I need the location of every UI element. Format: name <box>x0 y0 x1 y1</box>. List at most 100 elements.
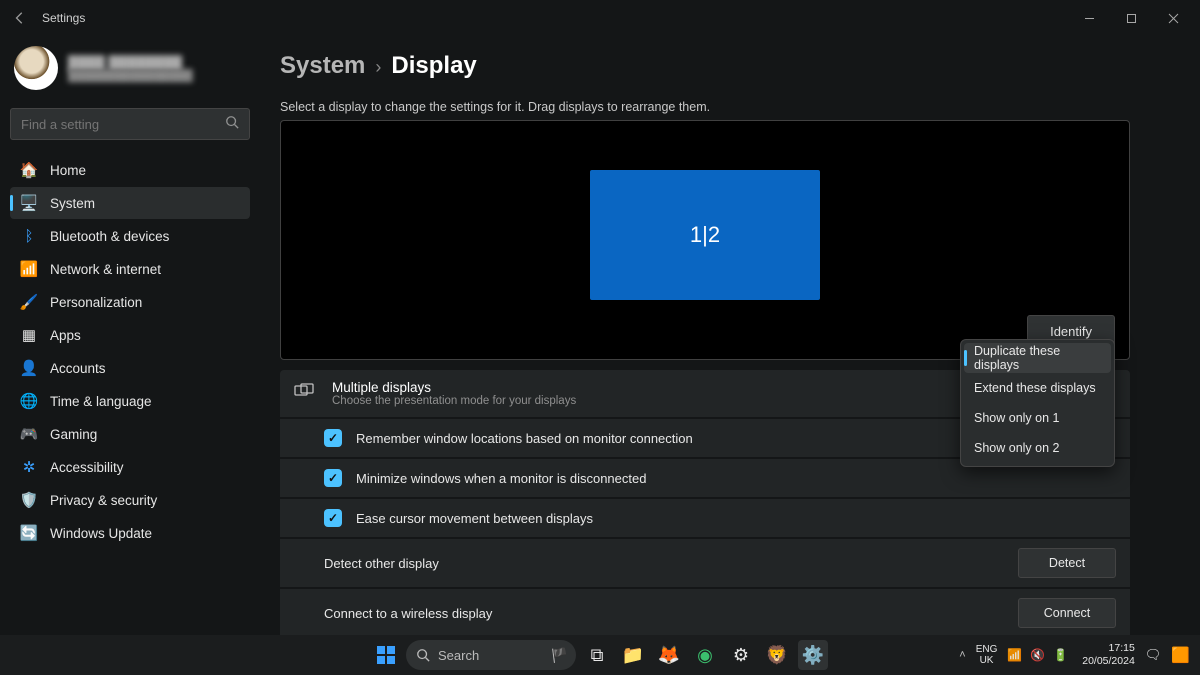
titlebar: Settings <box>0 0 1200 36</box>
maximize-button[interactable] <box>1110 2 1152 34</box>
tray-chevron-up-icon[interactable]: ˄ <box>959 649 965 661</box>
nav-label: Network & internet <box>50 262 161 277</box>
home-icon: 🏠 <box>20 161 38 179</box>
nav-label: Time & language <box>50 394 152 409</box>
nav-label: Accessibility <box>50 460 124 475</box>
profile[interactable]: ████ ████████ ████████████████ <box>10 42 250 102</box>
nav-label: Home <box>50 163 86 178</box>
breadcrumb-current: Display <box>391 52 476 80</box>
taskbar-search-label: Search <box>438 648 479 663</box>
nav-privacy[interactable]: 🛡️ Privacy & security <box>10 484 250 516</box>
bluetooth-icon: ᛒ <box>20 227 38 245</box>
nav-update[interactable]: 🔄 Windows Update <box>10 517 250 549</box>
display-mode-dropdown[interactable]: Duplicate these displays Extend these di… <box>960 339 1115 467</box>
gaming-icon: 🎮 <box>20 425 38 443</box>
taskbar-taskview[interactable]: ⧉ <box>582 640 612 670</box>
display-arrangement-canvas[interactable]: 1|2 Identify Duplicate these displays Ex… <box>280 120 1130 360</box>
wireless-display-row: Connect to a wireless display Connect <box>280 589 1130 635</box>
apps-icon: ▦ <box>20 326 38 344</box>
search-icon <box>416 648 430 662</box>
profile-email: ████████████████ <box>68 70 193 82</box>
taskbar-search[interactable]: Search 🏴 <box>406 640 576 670</box>
volume-mute-icon: 🔇 <box>1030 648 1045 662</box>
accessibility-icon: ✲ <box>20 458 38 476</box>
nav-apps[interactable]: ▦ Apps <box>10 319 250 351</box>
update-icon: 🔄 <box>20 524 38 542</box>
brush-icon: 🖌️ <box>20 293 38 311</box>
profile-name: ████ ████████ <box>68 55 193 70</box>
taskbar-firefox[interactable]: 🦊 <box>654 640 684 670</box>
search-input[interactable] <box>21 117 225 132</box>
dropdown-option-only-1[interactable]: Show only on 1 <box>964 403 1111 433</box>
breadcrumb: System › Display <box>280 52 1130 80</box>
display-helptext: Select a display to change the settings … <box>280 100 1130 114</box>
checkbox-label: Ease cursor movement between displays <box>356 511 593 526</box>
dropdown-option-extend[interactable]: Extend these displays <box>964 373 1111 403</box>
wireless-label: Connect to a wireless display <box>294 606 492 621</box>
multiple-displays-icon <box>294 383 316 404</box>
nav-label: System <box>50 196 95 211</box>
notifications-icon[interactable]: 🗨 <box>1145 647 1162 663</box>
chevron-right-icon: › <box>375 57 381 78</box>
search-input-wrap[interactable] <box>10 108 250 140</box>
tray-extra-icon[interactable]: 🟧 <box>1171 646 1190 664</box>
ease-cursor-checkbox[interactable]: ✓ <box>324 509 342 527</box>
connect-button[interactable]: Connect <box>1018 598 1116 628</box>
wifi-icon: 📶 <box>1007 648 1022 662</box>
detect-display-row: Detect other display Detect <box>280 539 1130 587</box>
nav-label: Gaming <box>50 427 97 442</box>
nav-accessibility[interactable]: ✲ Accessibility <box>10 451 250 483</box>
account-icon: 👤 <box>20 359 38 377</box>
detect-label: Detect other display <box>294 556 439 571</box>
detect-button[interactable]: Detect <box>1018 548 1116 578</box>
nav-label: Windows Update <box>50 526 152 541</box>
taskbar-explorer[interactable]: 📁 <box>618 640 648 670</box>
minimize-windows-checkbox[interactable]: ✓ <box>324 469 342 487</box>
clock[interactable]: 17:15 20/05/2024 <box>1082 642 1135 667</box>
sidebar: ████ ████████ ████████████████ 🏠 Home 🖥️ S… <box>0 36 260 635</box>
checkbox-label: Remember window locations based on monit… <box>356 431 693 446</box>
avatar <box>14 46 58 90</box>
system-icon: 🖥️ <box>20 194 38 212</box>
search-icon <box>225 115 239 134</box>
wifi-icon: 📶 <box>20 260 38 278</box>
system-tray[interactable]: 📶 🔇 🔋 <box>1007 648 1068 662</box>
dropdown-option-only-2[interactable]: Show only on 2 <box>964 433 1111 463</box>
setting-subtitle: Choose the presentation mode for your di… <box>332 395 576 407</box>
nav-gaming[interactable]: 🎮 Gaming <box>10 418 250 450</box>
battery-icon: 🔋 <box>1053 648 1068 662</box>
taskbar-steam[interactable]: ⚙ <box>726 640 756 670</box>
search-widget-icon: 🏴 <box>551 647 568 664</box>
ease-cursor-row: ✓ Ease cursor movement between displays <box>280 499 1130 537</box>
nav-label: Personalization <box>50 295 142 310</box>
nav-personalization[interactable]: 🖌️ Personalization <box>10 286 250 318</box>
nav-label: Bluetooth & devices <box>50 229 169 244</box>
start-button[interactable] <box>372 641 400 669</box>
taskbar: Search 🏴 ⧉ 📁 🦊 ◉ ⚙ 🦁 ⚙️ ˄ ENG UK 📶 🔇 🔋 1… <box>0 635 1200 675</box>
nav-time[interactable]: 🌐 Time & language <box>10 385 250 417</box>
checkbox-label: Minimize windows when a monitor is disco… <box>356 471 646 486</box>
window-title: Settings <box>42 11 85 25</box>
nav-label: Accounts <box>50 361 106 376</box>
display-monitor-box[interactable]: 1|2 <box>590 170 820 300</box>
taskbar-app-green[interactable]: ◉ <box>690 640 720 670</box>
close-button[interactable] <box>1152 2 1194 34</box>
nav-label: Apps <box>50 328 81 343</box>
back-button[interactable] <box>6 4 34 32</box>
nav-system[interactable]: 🖥️ System <box>10 187 250 219</box>
shield-icon: 🛡️ <box>20 491 38 509</box>
taskbar-settings[interactable]: ⚙️ <box>798 640 828 670</box>
breadcrumb-parent[interactable]: System <box>280 52 365 80</box>
minimize-button[interactable] <box>1068 2 1110 34</box>
nav-network[interactable]: 📶 Network & internet <box>10 253 250 285</box>
nav-home[interactable]: 🏠 Home <box>10 154 250 186</box>
nav-accounts[interactable]: 👤 Accounts <box>10 352 250 384</box>
language-indicator[interactable]: ENG UK <box>976 644 998 666</box>
taskbar-brave[interactable]: 🦁 <box>762 640 792 670</box>
setting-title: Multiple displays <box>332 380 576 395</box>
nav-label: Privacy & security <box>50 493 157 508</box>
dropdown-option-duplicate[interactable]: Duplicate these displays <box>964 343 1111 373</box>
remember-windows-checkbox[interactable]: ✓ <box>324 429 342 447</box>
nav-bluetooth[interactable]: ᛒ Bluetooth & devices <box>10 220 250 252</box>
globe-icon: 🌐 <box>20 392 38 410</box>
